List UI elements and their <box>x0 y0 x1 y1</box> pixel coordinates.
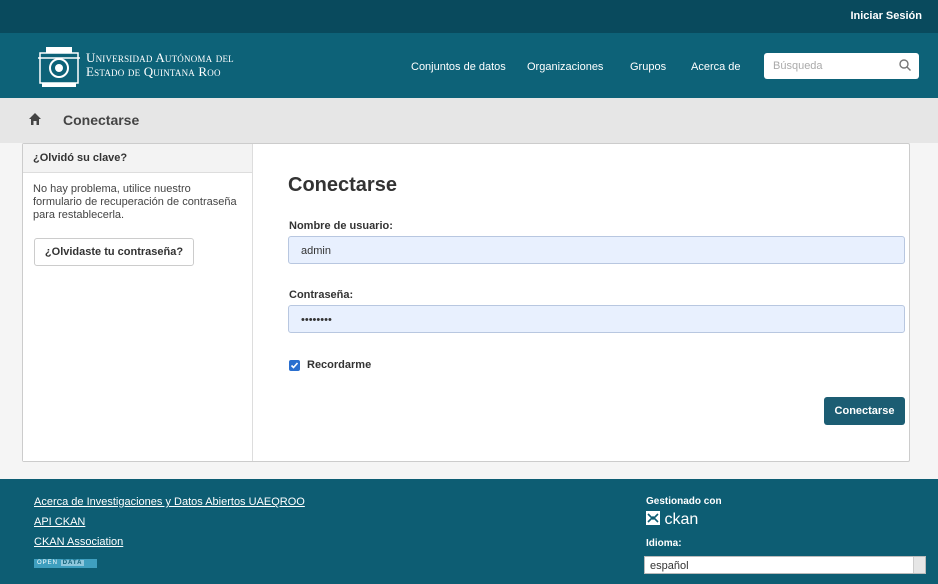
sidebar-title: ¿Olvidó su clave? <box>23 144 252 173</box>
footer: Acerca de Investigaciones y Datos Abiert… <box>0 479 938 584</box>
language-select[interactable]: español <box>644 556 926 574</box>
checkbox-check-icon <box>290 362 299 369</box>
search-input[interactable]: Búsqueda <box>764 53 919 79</box>
forgot-password-sidebar: ¿Olvidó su clave? No hay problema, utili… <box>23 144 253 461</box>
nav-groups[interactable]: Grupos <box>630 61 666 73</box>
brand-line-1: Universidad Autónoma del <box>86 50 234 65</box>
sidebar-text: No hay problema, utilice nuestro formula… <box>33 183 237 221</box>
login-form: Conectarse Nombre de usuario: admin Cont… <box>254 144 909 461</box>
ckan-text: ckan <box>664 511 699 528</box>
language-value: español <box>650 560 689 572</box>
password-label: Contraseña: <box>289 289 354 301</box>
password-field[interactable]: •••••••• <box>288 305 905 333</box>
footer-link-association[interactable]: CKAN Association <box>34 536 123 548</box>
footer-link-api[interactable]: API CKAN <box>34 516 85 528</box>
open-data-badge[interactable]: OPEN DATA <box>34 559 97 568</box>
footer-link-about[interactable]: Acerca de Investigaciones y Datos Abiert… <box>34 496 305 508</box>
remember-checkbox[interactable] <box>289 360 300 371</box>
badge-open: OPEN <box>37 560 59 566</box>
breadcrumb: Conectarse <box>0 98 938 143</box>
nav-organizations[interactable]: Organizaciones <box>527 61 603 73</box>
search-icon[interactable] <box>898 58 912 72</box>
university-logo-icon[interactable] <box>36 41 82 89</box>
username-field[interactable]: admin <box>288 236 905 264</box>
page-title: Conectarse <box>288 174 397 196</box>
breadcrumb-current[interactable]: Conectarse <box>63 112 139 128</box>
select-arrow-icon[interactable] <box>913 557 925 573</box>
remember-label[interactable]: Recordarme <box>307 359 371 371</box>
account-bar: Iniciar Sesión <box>0 0 938 33</box>
search-placeholder: Búsqueda <box>773 60 823 72</box>
masthead: Universidad Autónoma del Estado de Quint… <box>0 33 938 98</box>
nav-datasets[interactable]: Conjuntos de datos <box>411 61 506 73</box>
forgot-password-button[interactable]: ¿Olvidaste tu contraseña? <box>34 238 194 266</box>
login-link[interactable]: Iniciar Sesión <box>850 10 922 22</box>
ckan-logo-icon <box>646 511 660 525</box>
ckan-logo[interactable]: ckan <box>646 511 698 529</box>
login-button[interactable]: Conectarse <box>824 397 905 425</box>
nav-about[interactable]: Acerca de <box>691 61 741 73</box>
username-label: Nombre de usuario: <box>289 220 393 232</box>
badge-data: DATA <box>60 560 85 566</box>
home-icon[interactable] <box>28 112 42 126</box>
content-panel: ¿Olvidó su clave? No hay problema, utili… <box>22 143 910 462</box>
managed-by-label: Gestionado con <box>646 496 722 507</box>
language-label: Idioma: <box>646 538 682 549</box>
university-name[interactable]: Universidad Autónoma del Estado de Quint… <box>86 51 234 79</box>
username-value: admin <box>301 245 331 257</box>
password-value: •••••••• <box>301 314 332 326</box>
brand-line-2: Estado de Quintana Roo <box>86 64 221 79</box>
